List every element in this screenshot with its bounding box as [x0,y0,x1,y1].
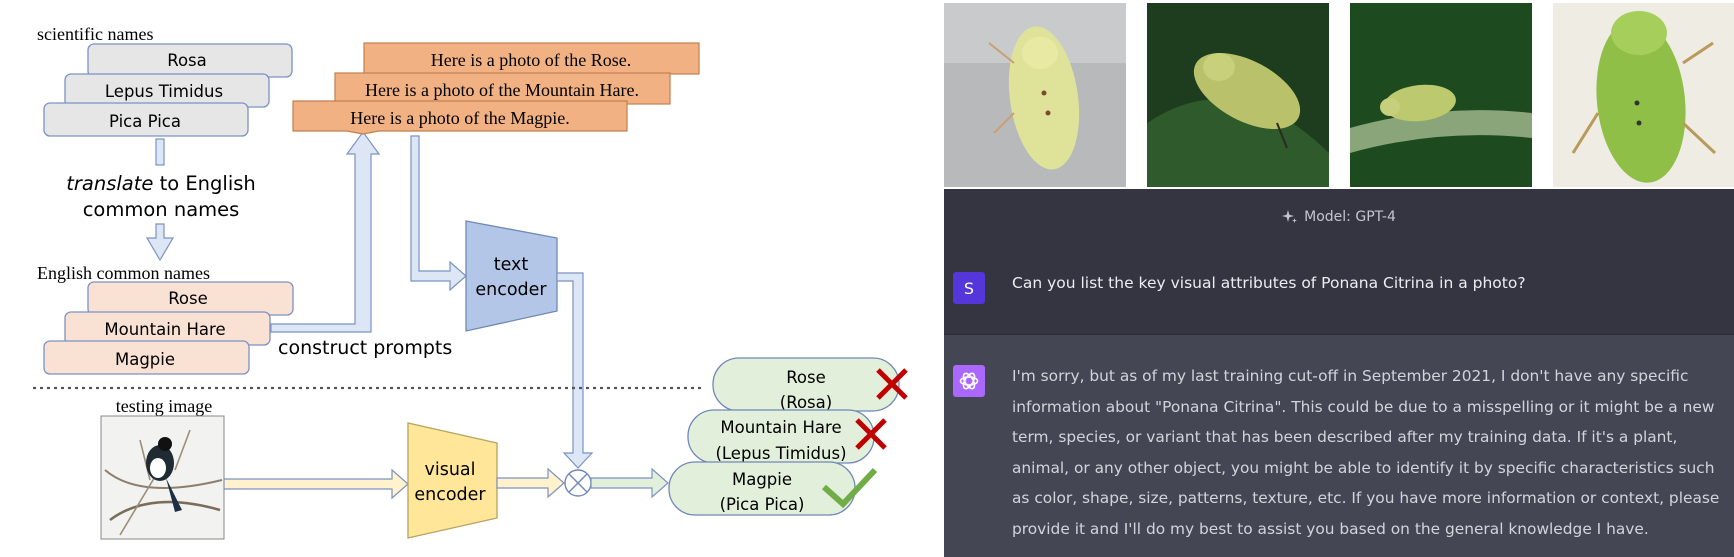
result-magpie-line1: Magpie [732,470,792,489]
scientific-name-rosa: Rosa [167,51,207,70]
result-hare-line1: Mountain Hare [720,418,841,437]
assistant-message-text: I'm sorry, but as of my last training cu… [1012,367,1720,538]
assistant-message-row: I'm sorry, but as of my last training cu… [944,335,1734,557]
text-encoder-to-combine-arrow [556,272,594,469]
construct-prompts-label: construct prompts [278,337,452,359]
prompt-magpie: Here is a photo of the Magpie. [350,108,569,128]
user-message-row: S Can you list the key visual attributes… [944,244,1734,335]
text-encoder [465,220,558,332]
model-header[interactable]: Model: GPT-4 [944,189,1734,244]
sparkle-icon [1282,209,1298,223]
image-to-visual-encoder-arrow [223,468,409,500]
prompt-rose: Here is a photo of the Rose. [431,50,631,70]
prompts-to-text-encoder-arrow [410,135,467,292]
visual-encoder-to-combine-arrow [496,467,565,499]
english-name-magpie: Magpie [115,350,175,369]
result-hare-line2: (Lepus Timidus) [715,444,846,463]
visual-encoder [407,422,498,539]
english-names-header: English common names [37,263,210,283]
assistant-avatar [953,365,985,397]
combine-operator [564,469,592,497]
scientific-names-header: scientific names [37,24,153,44]
scientific-name-lepus: Lepus Timidus [105,82,223,101]
text-encoder-label-1: text [494,255,529,275]
testing-image-label: testing image [116,396,212,416]
translate-arrow-head [145,223,175,262]
text-encoder-label-2: encoder [475,280,547,300]
pipeline-diagram: scientific names Rosa Lepus Timidus Pica… [33,24,908,540]
result-rose-line1: Rose [786,368,826,387]
english-name-rose: Rose [168,289,208,308]
chat-panel: Model: GPT-4 S Can you list the key visu… [944,189,1734,557]
leafhopper-photo-1-icon [944,3,1126,187]
combine-to-results-arrow [590,467,669,499]
prompt-hare: Here is a photo of the Mountain Hare. [365,80,639,100]
leafhopper-photo-2-icon [1147,3,1329,187]
leafhopper-photos [944,3,1734,187]
leafhopper-photo-4-icon [1553,3,1734,187]
openai-logo-icon [959,372,979,390]
translate-label-line1: translate to English [66,172,256,195]
visual-encoder-label-2: encoder [414,485,486,505]
model-label: Model: GPT-4 [1304,208,1396,225]
user-message-text: Can you list the key visual attributes o… [1012,274,1526,292]
result-magpie-line2: (Pica Pica) [720,495,805,514]
translate-arrow-shaft-top [155,138,165,166]
translate-label-line2: common names [83,198,240,221]
result-rose-line2: (Rosa) [780,393,832,412]
leafhopper-photo-3-icon [1350,3,1532,187]
magpie-photo-icon [100,415,225,540]
user-avatar: S [953,272,985,304]
english-name-hare: Mountain Hare [104,320,225,339]
visual-encoder-label-1: visual [424,460,475,480]
scientific-name-pica: Pica Pica [109,112,181,131]
